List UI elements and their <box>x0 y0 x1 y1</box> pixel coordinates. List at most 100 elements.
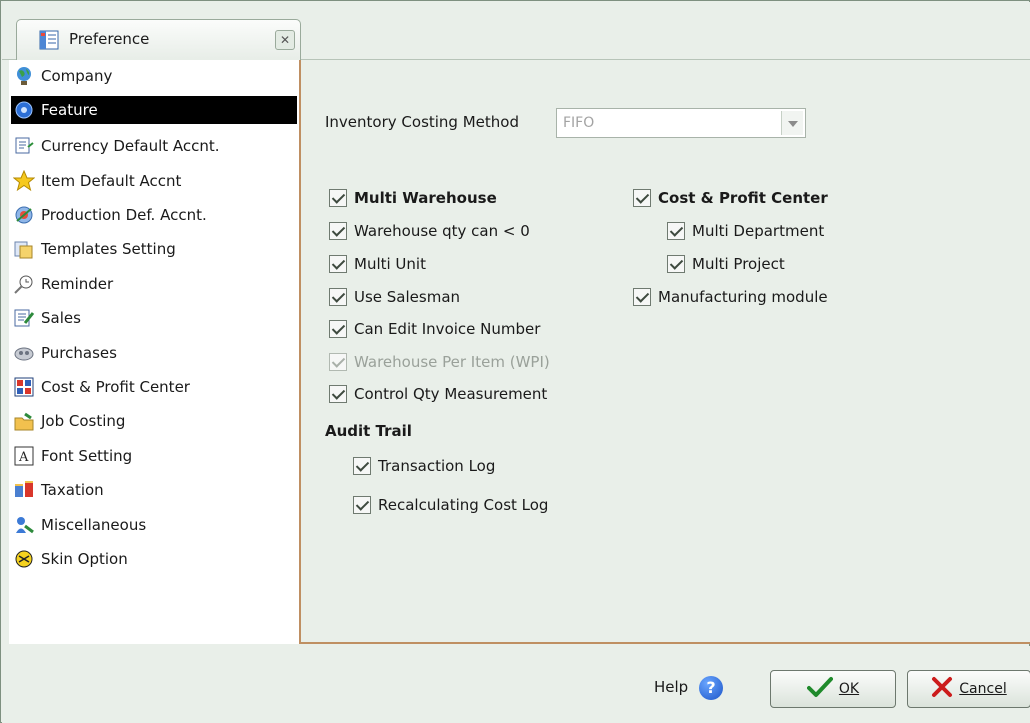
sidebar-item-purchases[interactable]: Purchases <box>11 339 297 367</box>
sidebar-item-job-costing[interactable]: Job Costing <box>11 407 297 435</box>
chevron-down-icon[interactable] <box>781 111 803 135</box>
sidebar-item-label: Miscellaneous <box>41 516 147 534</box>
warehouse-per-item-checkbox: Warehouse Per Item (WPI) <box>329 350 550 374</box>
checkbox-label: Multi Unit <box>354 255 426 273</box>
checkbox-box[interactable] <box>329 320 347 338</box>
sidebar-item-reminder[interactable]: Reminder <box>11 270 297 298</box>
checkbox-box[interactable] <box>329 189 347 207</box>
checkbox-box[interactable] <box>353 496 371 514</box>
checkbox-label: Multi Warehouse <box>354 189 497 207</box>
sidebar-item-label: Sales <box>41 309 81 327</box>
sidebar-item-skin-option[interactable]: Skin Option <box>11 545 297 573</box>
sidebar-item-taxation[interactable]: Taxation <box>11 476 297 504</box>
sidebar-item-label: Feature <box>41 101 98 119</box>
checkbox-label: Use Salesman <box>354 288 461 306</box>
taxation-icon <box>13 479 35 501</box>
sidebar-item-label: Purchases <box>41 344 117 362</box>
feature-icon <box>13 99 35 121</box>
sidebar-item-miscellaneous[interactable]: Miscellaneous <box>11 511 297 539</box>
sidebar-item-label: Item Default Accnt <box>41 172 182 190</box>
edit-invoice-checkbox[interactable]: Can Edit Invoice Number <box>329 317 540 341</box>
checkmark-icon <box>806 676 833 702</box>
sidebar-item-label: Reminder <box>41 275 114 293</box>
preference-window: Preference ✕ Company Feature Currency De… <box>0 0 1030 723</box>
checkbox-label: Warehouse Per Item (WPI) <box>354 353 550 371</box>
checkbox-label: Recalculating Cost Log <box>378 496 549 514</box>
reminder-icon <box>13 273 35 295</box>
checkbox-label: Control Qty Measurement <box>354 385 548 403</box>
cancel-button[interactable]: Cancel <box>907 670 1030 708</box>
checkbox-box[interactable] <box>353 457 371 475</box>
multi-project-checkbox[interactable]: Multi Project <box>667 252 785 276</box>
templates-icon <box>13 238 35 260</box>
costing-method-select[interactable]: FIFO <box>556 108 806 138</box>
font-icon: A <box>13 445 35 467</box>
help-label[interactable]: Help <box>654 678 688 696</box>
multi-department-checkbox[interactable]: Multi Department <box>667 219 824 243</box>
manufacturing-module-checkbox[interactable]: Manufacturing module <box>633 285 828 309</box>
sidebar-item-sales[interactable]: Sales <box>11 304 297 332</box>
sidebar-item-item-default[interactable]: Item Default Accnt <box>11 167 297 195</box>
sidebar-item-cost-profit-center[interactable]: Cost & Profit Center <box>11 373 297 401</box>
checkbox-box[interactable] <box>667 255 685 273</box>
sidebar-item-label: Cost & Profit Center <box>41 378 190 396</box>
sidebar-item-label: Job Costing <box>41 412 126 430</box>
sidebar-item-production-def[interactable]: Production Def. Accnt. <box>11 201 297 229</box>
sidebar-item-currency-default[interactable]: Currency Default Accnt. <box>11 132 297 160</box>
dialog-button-bar: Help ? OK Cancel <box>2 646 1030 723</box>
skin-icon <box>13 548 35 570</box>
currency-icon <box>13 135 35 157</box>
checkbox-label: Warehouse qty can < 0 <box>354 222 530 240</box>
globe-icon <box>13 65 35 87</box>
miscellaneous-icon <box>13 514 35 536</box>
checkbox-box[interactable] <box>329 385 347 403</box>
sidebar-item-label: Skin Option <box>41 550 128 568</box>
preference-list-icon <box>39 30 59 50</box>
checkbox-label: Manufacturing module <box>658 288 828 306</box>
tab-strip: Preference ✕ <box>2 2 1030 61</box>
sidebar-item-label: Font Setting <box>41 447 133 465</box>
cost-profit-center-checkbox[interactable]: Cost & Profit Center <box>633 186 828 210</box>
sidebar-item-font-setting[interactable]: A Font Setting <box>11 442 297 470</box>
preference-sidebar: Company Feature Currency Default Accnt. … <box>9 60 299 644</box>
recalculating-cost-log-checkbox[interactable]: Recalculating Cost Log <box>353 493 548 517</box>
purchases-icon <box>13 342 35 364</box>
checkbox-box <box>329 353 347 371</box>
feature-panel: Inventory Costing Method FIFO Multi Ware… <box>299 60 1030 644</box>
sidebar-item-label: Company <box>41 67 113 85</box>
ok-button-label: OK <box>838 681 860 697</box>
audit-trail-heading: Audit Trail <box>325 422 412 440</box>
production-icon <box>13 204 35 226</box>
checkbox-label: Can Edit Invoice Number <box>354 320 541 338</box>
job-costing-icon <box>13 410 35 432</box>
sidebar-item-label: Currency Default Accnt. <box>41 137 220 155</box>
checkbox-label: Multi Department <box>692 222 825 240</box>
control-qty-checkbox[interactable]: Control Qty Measurement <box>329 382 547 406</box>
ok-button[interactable]: OK <box>770 670 896 708</box>
checkbox-box[interactable] <box>329 255 347 273</box>
sales-icon <box>13 307 35 329</box>
transaction-log-checkbox[interactable]: Transaction Log <box>353 454 495 478</box>
checkbox-box[interactable] <box>329 288 347 306</box>
help-icon[interactable]: ? <box>699 676 723 700</box>
checkbox-box[interactable] <box>667 222 685 240</box>
sidebar-item-company[interactable]: Company <box>11 62 297 90</box>
cancel-button-label: Cancel <box>959 681 1007 697</box>
sidebar-item-feature[interactable]: Feature <box>11 96 297 124</box>
sidebar-item-label: Production Def. Accnt. <box>41 206 207 224</box>
checkbox-box[interactable] <box>633 288 651 306</box>
checkbox-box[interactable] <box>329 222 347 240</box>
costing-method-value: FIFO <box>563 115 595 131</box>
x-mark-icon <box>931 676 953 702</box>
checkbox-label: Transaction Log <box>378 457 496 475</box>
costing-method-label: Inventory Costing Method <box>325 113 519 131</box>
close-icon[interactable]: ✕ <box>275 30 295 50</box>
checkbox-box[interactable] <box>633 189 651 207</box>
multi-warehouse-checkbox[interactable]: Multi Warehouse <box>329 186 497 210</box>
warehouse-qty-checkbox[interactable]: Warehouse qty can < 0 <box>329 219 530 243</box>
tab-preference[interactable]: Preference ✕ <box>16 19 301 61</box>
use-salesman-checkbox[interactable]: Use Salesman <box>329 285 460 309</box>
star-icon <box>12 169 36 192</box>
sidebar-item-templates[interactable]: Templates Setting <box>11 235 297 263</box>
multi-unit-checkbox[interactable]: Multi Unit <box>329 252 426 276</box>
